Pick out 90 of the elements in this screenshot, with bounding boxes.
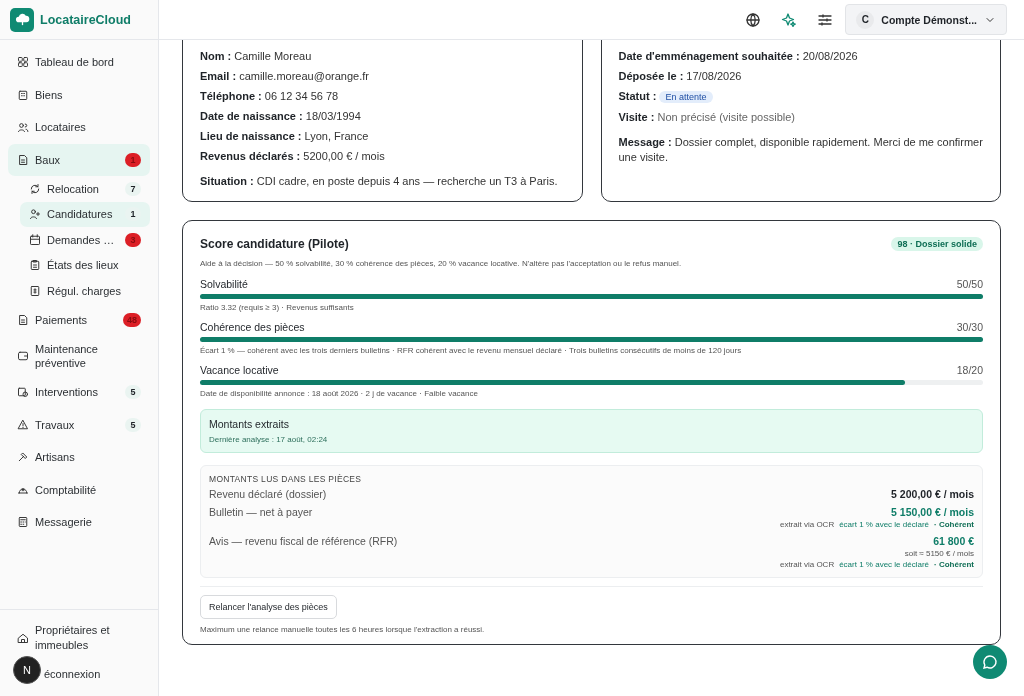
- info-field: Déposée le : 17/08/2026: [618, 69, 983, 84]
- info-field: Téléphone : 06 12 34 56 78: [200, 89, 565, 104]
- info-field: Email : camille.moreau@orange.fr: [200, 69, 565, 84]
- count-badge: 3: [125, 232, 141, 247]
- chat-button[interactable]: [973, 645, 1007, 679]
- amount-value: 61 800 €: [933, 535, 974, 547]
- score-badge: 98 · Dossier solide: [891, 237, 983, 251]
- field-label: Statut :: [618, 90, 657, 102]
- criterion-detail: Ratio 3.32 (requis ≥ 3) · Revenus suffisants: [200, 303, 355, 312]
- grid-icon: [17, 56, 29, 69]
- info-field: Lieu de naissance : Lyon, France: [200, 129, 565, 144]
- gap-label: écart 1 % avec le déclaré: [839, 560, 929, 569]
- count-badge: 48: [123, 312, 141, 327]
- warning-icon: [17, 418, 29, 431]
- criterion-score: 30/30: [956, 321, 983, 333]
- count-badge: 5: [125, 417, 141, 432]
- description: Aide à la décision — 50 % solvabilité, 30 % cohérence des pièces, 20 % vacance locative. N'altère pas l'acceptation ou le refus manuel.: [200, 259, 683, 268]
- chat-icon: [982, 654, 998, 670]
- card-title: Score candidature (Pilote): [200, 237, 349, 251]
- criterion-detail: Écart 1 % — cohérent avec les trois derniers bulletins · RFR cohérent avec le revenu mensuel déclaré · Trois bulletins consécutifs de moins de 120 jours: [200, 346, 743, 355]
- sidebar-item[interactable]: Artisans: [8, 441, 150, 474]
- logo-icon: [10, 7, 34, 32]
- amount-value: 5 200,00 € / mois: [891, 488, 974, 500]
- count-badge: 7: [125, 181, 141, 196]
- sidebar-subitem[interactable]: Demandes … 3: [20, 227, 150, 253]
- sidebar-item[interactable]: Maintenance préventive: [8, 336, 150, 376]
- hammer-icon: [17, 451, 29, 464]
- info-field: Date de naissance : 18/03/1994: [200, 109, 565, 124]
- calculator-icon: [17, 516, 29, 529]
- amount-value: 5 150,00 € / mois: [891, 506, 974, 518]
- criterion-name: Solvabilité: [200, 278, 248, 290]
- clipboard-icon: [29, 259, 41, 272]
- sidebar-item[interactable]: Travaux 5: [8, 408, 150, 441]
- amount-label: Revenu déclaré (dossier): [209, 488, 327, 500]
- user-plus-icon: [29, 208, 41, 221]
- sidebar-item[interactable]: Tableau de bord: [8, 46, 150, 79]
- wallet-icon: [17, 350, 29, 362]
- sidebar-item[interactable]: Interventions 5: [8, 376, 150, 409]
- sidebar-item[interactable]: Paiements 48: [8, 303, 150, 336]
- criterion-detail: Date de disponibilité annonce : 18 août 2026 · 2 j de vacance · Faible vacance: [200, 389, 479, 398]
- footnote: Maximum une relance manuelle toutes les 6 heures lorsque l'extraction a réussi.: [200, 625, 486, 634]
- sidebar-subitem[interactable]: Régul. charges: [20, 278, 150, 304]
- info-field: Date d'emménagement souhaitée : 20/08/2026: [618, 49, 983, 64]
- count-badge: 1: [125, 207, 141, 222]
- verdict-label: · Cohérent: [934, 560, 974, 569]
- sidebar-item[interactable]: éconnexion: [38, 657, 150, 690]
- house-icon: [17, 631, 29, 644]
- gap-label: écart 1 % avec le déclaré: [839, 520, 929, 529]
- amount-label: Bulletin — net à payer: [209, 506, 313, 518]
- refresh-icon: [29, 182, 41, 195]
- rerun-button[interactable]: Relancer l'analyse des pièces: [200, 595, 337, 619]
- analysis-date: Dernière analyse : 17 août, 02:24: [209, 435, 329, 444]
- sidebar-subitem[interactable]: États des lieux: [20, 252, 150, 278]
- count-badge: 1: [125, 152, 141, 167]
- document-icon: [17, 313, 29, 326]
- amount-label: Avis — revenu fiscal de référence (RFR): [209, 535, 398, 547]
- sidebar-item[interactable]: Baux 1: [8, 143, 150, 176]
- brand-name: LocataireCloud: [40, 12, 131, 27]
- account-menu[interactable]: C Compte Démonst...: [845, 4, 1007, 35]
- criterion-score: 50/50: [956, 278, 983, 290]
- sidebar-item[interactable]: Messagerie: [8, 506, 150, 539]
- globe-icon: [745, 11, 762, 28]
- source-label: extrait via OCR: [779, 520, 835, 529]
- sidebar-subitem[interactable]: Relocation 7: [20, 176, 150, 202]
- criterion-score: 18/20: [956, 364, 983, 376]
- section-heading: MONTANTS LUS DANS LES PIÈCES: [209, 474, 363, 484]
- document-icon: [17, 153, 29, 166]
- verdict-label: · Cohérent: [934, 520, 974, 529]
- info-field: Situation : CDI cadre, en poste depuis 4 ans — recherche un T3 à Paris.: [200, 174, 565, 189]
- calendar-clock-icon: [17, 386, 29, 399]
- panel-title: Montants extraits: [209, 418, 290, 430]
- calendar-icon: [29, 233, 41, 246]
- info-field: Visite : Non précisé (visite possible): [618, 110, 983, 125]
- sidebar-subitem[interactable]: Candidatures 1: [20, 201, 150, 227]
- receipt-icon: [29, 284, 41, 297]
- status-badge: En attente: [659, 91, 713, 103]
- sparkle-icon: [781, 11, 798, 28]
- info-field: Message : Dossier complet, disponible rapidement. Merci de me confirmer une visite.: [618, 135, 983, 165]
- sidebar-item[interactable]: Comptabilité: [8, 473, 150, 506]
- source-label: extrait via OCR: [779, 560, 835, 569]
- info-field: Nom : Camille Moreau: [200, 49, 565, 64]
- monthly-equivalent: soit ≈ 5150 € / mois: [904, 549, 974, 558]
- sidebar-item[interactable]: Biens: [8, 78, 150, 111]
- avatar-button[interactable]: N: [13, 656, 41, 684]
- criterion-name: Cohérence des pièces: [200, 321, 305, 333]
- criterion-name: Vacance locative: [200, 364, 279, 376]
- info-field: Revenus déclarés : 5200,00 € / mois: [200, 149, 565, 164]
- sidebar-item[interactable]: Locataires: [8, 111, 150, 144]
- count-badge: 5: [125, 385, 141, 400]
- sidebar-item[interactable]: Propriétaires et immeubles: [8, 617, 150, 658]
